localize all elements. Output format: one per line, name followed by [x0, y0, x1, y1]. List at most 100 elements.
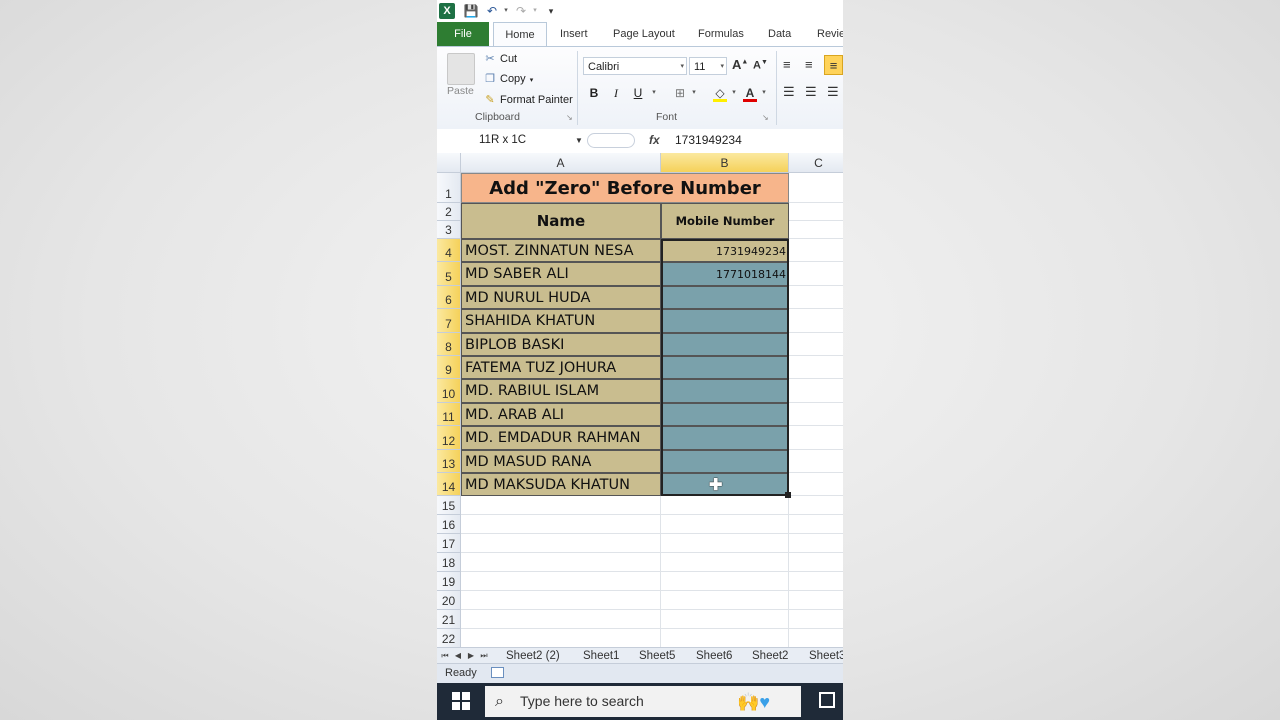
empty-cell[interactable] [789, 572, 843, 591]
empty-cell[interactable] [661, 572, 789, 591]
sheet-title-cell[interactable]: Add "Zero" Before Number [461, 173, 789, 203]
row-header[interactable]: 3 [437, 221, 461, 239]
prev-sheet-icon[interactable]: ◀ [452, 649, 464, 663]
name-header-cell[interactable]: Name [461, 203, 661, 239]
task-view-icon[interactable] [819, 692, 835, 708]
name-cell[interactable]: MD. RABIUL ISLAM [461, 379, 661, 403]
font-launcher-icon[interactable]: ↘ [762, 113, 769, 122]
row-header[interactable]: 19 [437, 572, 461, 591]
tab-home[interactable]: Home [493, 22, 547, 46]
column-header-a[interactable]: A [461, 153, 661, 173]
borders-dropdown-icon[interactable]: ▾ [685, 84, 703, 102]
row-header[interactable]: 12 [437, 426, 461, 450]
tab-insert[interactable]: Insert [560, 22, 588, 46]
fill-handle[interactable] [785, 492, 791, 499]
mobile-number-cell[interactable] [661, 402, 789, 427]
row-header[interactable]: 14 [437, 473, 461, 497]
empty-cell[interactable] [789, 309, 843, 333]
macro-record-icon[interactable] [491, 667, 504, 678]
empty-cell[interactable] [661, 534, 789, 554]
sheet-tab[interactable]: Sheet2 (2) [506, 648, 560, 664]
empty-cell[interactable] [789, 403, 843, 427]
mobile-number-cell[interactable] [661, 332, 789, 356]
row-header[interactable]: 1 [437, 173, 461, 203]
copy-button[interactable]: ❐ Copy ▾ [483, 71, 533, 87]
heart-hands-icon[interactable]: 🙌♥ [737, 690, 797, 714]
align-top-icon[interactable]: ≡ [783, 57, 791, 72]
row-header[interactable]: 11 [437, 402, 461, 427]
row-header[interactable]: 22 [437, 628, 461, 647]
sheet-tab[interactable]: Sheet6 [696, 648, 732, 664]
empty-cell[interactable] [789, 426, 843, 450]
empty-cell[interactable] [789, 221, 843, 239]
empty-cell[interactable] [789, 473, 843, 497]
mobile-number-header-cell[interactable]: Mobile Number [661, 203, 789, 239]
font-name-box[interactable]: Calibri ▾ [583, 57, 687, 75]
insert-function-button[interactable]: fx [649, 131, 660, 150]
column-header-c[interactable]: C [789, 153, 843, 173]
empty-cell[interactable] [789, 553, 843, 572]
empty-cell[interactable] [789, 450, 843, 473]
row-header[interactable]: 21 [437, 609, 461, 629]
align-right-icon[interactable]: ☰ [827, 84, 839, 100]
empty-cell[interactable] [461, 609, 661, 629]
name-cell[interactable]: BIPLOB BASKI [461, 332, 661, 356]
name-box[interactable]: 11R x 1C ▼ [439, 131, 583, 150]
empty-cell[interactable] [789, 286, 843, 310]
empty-cell[interactable] [461, 534, 661, 554]
empty-cell[interactable] [789, 515, 843, 535]
empty-cell[interactable] [789, 379, 843, 403]
italic-button[interactable]: I [607, 84, 625, 102]
empty-cell[interactable] [661, 609, 789, 629]
underline-dropdown-icon[interactable]: ▾ [645, 84, 663, 102]
undo-dropdown-icon[interactable]: ▾ [498, 3, 514, 19]
empty-cell[interactable] [789, 629, 843, 647]
row-header[interactable]: 10 [437, 379, 461, 403]
empty-cell[interactable] [789, 333, 843, 356]
empty-cell[interactable] [789, 262, 843, 286]
paste-button[interactable]: Paste [447, 85, 474, 97]
select-all-corner[interactable] [437, 153, 461, 173]
row-header[interactable]: 15 [437, 496, 461, 516]
row-header[interactable]: 4 [437, 239, 461, 263]
empty-cell[interactable] [661, 515, 789, 535]
empty-cell[interactable] [789, 239, 843, 263]
first-sheet-icon[interactable]: ⏮ [439, 649, 451, 663]
empty-cell[interactable] [461, 515, 661, 535]
mobile-number-cell[interactable] [661, 426, 789, 450]
sheet-tab[interactable]: Sheet5 [639, 648, 675, 664]
name-cell[interactable]: MD MASUD RANA [461, 449, 661, 473]
paste-icon[interactable] [447, 53, 475, 85]
tab-formulas[interactable]: Formulas [698, 22, 744, 46]
formula-bar-resizer[interactable] [587, 133, 635, 148]
font-size-box[interactable]: 11 ▾ [689, 57, 727, 75]
bold-button[interactable]: B [585, 84, 603, 102]
name-cell[interactable]: MD. ARAB ALI [461, 402, 661, 427]
redo-dropdown-icon[interactable]: ▾ [527, 3, 543, 19]
shrink-font-icon[interactable]: A▼ [753, 59, 768, 72]
empty-cell[interactable] [789, 610, 843, 629]
format-painter-button[interactable]: ✎ Format Painter [483, 92, 572, 108]
align-left-icon[interactable]: ☰ [783, 84, 795, 100]
save-icon[interactable]: 💾 [463, 3, 479, 19]
row-header[interactable]: 7 [437, 309, 461, 333]
mobile-number-cell[interactable] [661, 449, 789, 473]
name-cell[interactable]: MD. EMDADUR RAHMAN [461, 426, 661, 450]
customize-qat-icon[interactable]: ▾ [543, 3, 559, 19]
name-cell[interactable]: FATEMA TUZ JOHURA [461, 356, 661, 380]
empty-cell[interactable] [789, 591, 843, 610]
taskbar-search-box[interactable]: ⌕ Type here to search 🙌♥ [485, 686, 801, 717]
font-color-dropdown-icon[interactable]: ▾ [755, 84, 773, 102]
empty-cell[interactable] [661, 553, 789, 572]
tab-page-layout[interactable]: Page Layout [613, 22, 675, 46]
row-header[interactable]: 17 [437, 534, 461, 554]
empty-cell[interactable] [789, 496, 843, 516]
empty-cell[interactable] [461, 572, 661, 591]
name-cell[interactable]: SHAHIDA KHATUN [461, 309, 661, 333]
align-bottom-icon[interactable]: ≡ [824, 55, 843, 75]
align-center-icon[interactable]: ☰ [805, 84, 817, 100]
sheet-tab[interactable]: Sheet1 [583, 648, 619, 664]
windows-start-icon[interactable] [452, 692, 470, 710]
mobile-number-cell[interactable] [661, 309, 789, 333]
cut-button[interactable]: ✂ Cut [483, 51, 517, 67]
